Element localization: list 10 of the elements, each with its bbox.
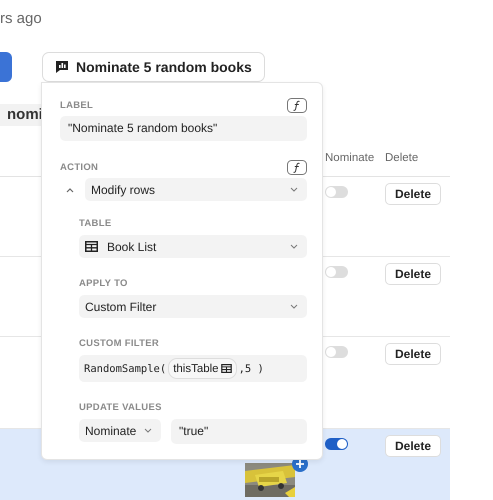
column-header: Nominate xyxy=(325,152,376,166)
field-label: UPDATE VALUES xyxy=(79,402,163,413)
field-label: APPLY TO xyxy=(79,278,129,289)
timestamp: rs ago xyxy=(0,9,43,29)
column-header: Delete xyxy=(385,152,420,166)
field-label: CUSTOM FILTER xyxy=(79,338,160,349)
function-name: RandomSample( xyxy=(84,362,166,374)
field-label: ACTION xyxy=(60,162,98,173)
field-label: TABLE xyxy=(79,218,112,229)
function-arguments: ,5 ) xyxy=(238,362,264,374)
